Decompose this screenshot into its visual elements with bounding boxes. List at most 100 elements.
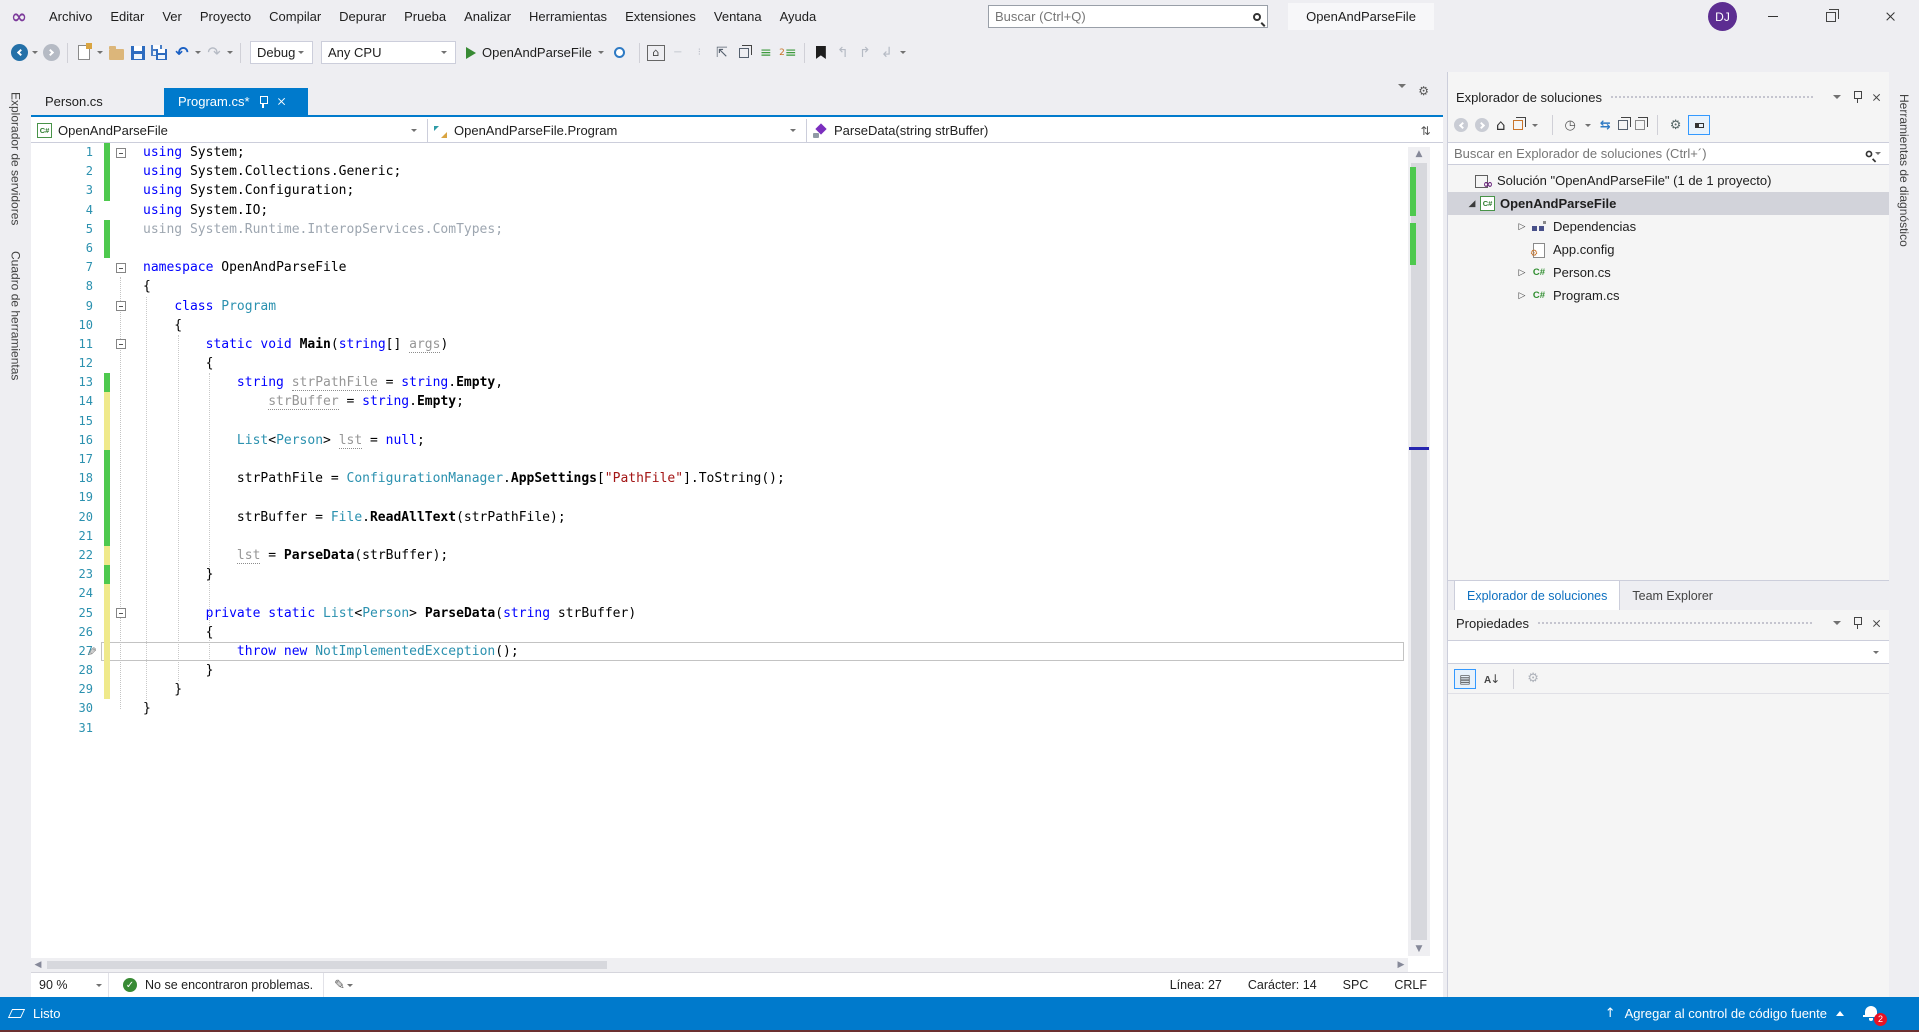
expand-up-icon[interactable] <box>1836 1011 1844 1016</box>
code-line[interactable]: 12 { <box>31 354 1408 373</box>
undo-button[interactable]: ↶ <box>173 41 191 65</box>
code-line[interactable]: 30} <box>31 699 1408 718</box>
pin-tab-icon[interactable] <box>259 95 268 108</box>
line-number[interactable]: 8 <box>31 277 101 296</box>
line-number[interactable]: 7 <box>31 258 101 277</box>
line-indicator[interactable]: Línea: 27 <box>1170 978 1222 992</box>
solution-explorer-search-input[interactable]: Buscar en Explorador de soluciones (Ctrl… <box>1448 142 1889 165</box>
code-line[interactable]: 27 ✎ throw new NotImplementedException(); <box>31 641 1408 662</box>
line-number[interactable]: 1 <box>31 143 101 162</box>
line-number[interactable]: 6 <box>31 239 101 258</box>
minimize-button[interactable] <box>1750 0 1795 33</box>
search-options-dropdown-icon[interactable] <box>1875 152 1881 155</box>
line-number[interactable]: 31 <box>31 719 101 738</box>
line-number[interactable]: 28 <box>31 661 101 680</box>
notifications-button[interactable]: 2 <box>1863 1004 1887 1026</box>
code-line[interactable]: 11 static void Main(string[] args) <box>31 335 1408 354</box>
line-number[interactable]: 2 <box>31 162 101 181</box>
side-tab[interactable]: Explorador de servidores <box>9 88 23 229</box>
pin-panel-icon[interactable] <box>1853 617 1862 629</box>
code-line[interactable]: 21 <box>31 526 1408 546</box>
line-number[interactable]: 19 <box>31 488 101 507</box>
code-line[interactable]: 8{ <box>31 277 1408 296</box>
code-line[interactable]: 19 <box>31 488 1408 508</box>
line-number[interactable]: 10 <box>31 316 101 335</box>
line-ending-indicator[interactable]: CRLF <box>1394 978 1427 992</box>
line-number[interactable]: 26 <box>31 623 101 642</box>
line-number[interactable]: 21 <box>31 527 101 546</box>
code-line[interactable]: 23 } <box>31 565 1408 585</box>
line-number[interactable]: 9 <box>31 297 101 316</box>
code-cleanup-icon[interactable]: ✎ <box>334 978 345 993</box>
line-number[interactable]: 20 <box>31 508 101 527</box>
side-tab[interactable]: Herramientas de diagnóstico <box>1897 90 1911 251</box>
code-line[interactable]: 31 <box>31 719 1408 738</box>
quick-search-input[interactable]: Buscar (Ctrl+Q) <box>988 5 1268 28</box>
switch-views-dropdown-icon[interactable] <box>1531 123 1538 127</box>
pin-panel-icon[interactable] <box>1853 91 1862 103</box>
menu-item-depurar[interactable]: Depurar <box>330 0 395 33</box>
code-line[interactable]: 26 { <box>31 622 1408 642</box>
line-number[interactable]: 22 <box>31 546 101 565</box>
scroll-up-icon[interactable]: ▲ <box>1408 147 1430 161</box>
code-line[interactable]: 4 using System.IO; <box>31 201 1408 220</box>
code-line[interactable]: 10 { <box>31 316 1408 335</box>
column-indicator[interactable]: Carácter: 14 <box>1248 978 1317 992</box>
save-all-button[interactable] <box>151 41 169 65</box>
code-line[interactable]: 17 <box>31 450 1408 470</box>
menu-item-extensiones[interactable]: Extensiones <box>616 0 705 33</box>
tree-item-dependencias[interactable]: ▷ Dependencias <box>1448 215 1889 238</box>
new-project-button[interactable] <box>75 41 93 65</box>
menu-item-analizar[interactable]: Analizar <box>455 0 520 33</box>
expander-open-icon[interactable]: ◢ <box>1464 199 1480 209</box>
code-line[interactable]: 15 <box>31 411 1408 431</box>
menu-item-prueba[interactable]: Prueba <box>395 0 455 33</box>
tab-person-cs[interactable]: Person.cs <box>31 88 164 115</box>
undo-dropdown-icon[interactable] <box>195 51 201 54</box>
collapse-region-icon[interactable] <box>116 262 126 273</box>
solution-configuration-select[interactable]: Debug <box>250 41 313 64</box>
save-button[interactable] <box>129 41 147 65</box>
panel-menu-icon[interactable] <box>1833 95 1841 99</box>
run-dropdown-icon[interactable] <box>597 51 604 54</box>
line-number[interactable]: 3 <box>31 181 101 200</box>
navigate-cursor-button[interactable]: ⇱ <box>713 41 731 65</box>
type-dropdown[interactable]: OpenAndParseFile.Program <box>428 119 807 142</box>
scroll-down-icon[interactable]: ▼ <box>1408 942 1430 956</box>
menu-item-ayuda[interactable]: Ayuda <box>771 0 826 33</box>
split-window-button[interactable]: ⇅ <box>1408 119 1443 143</box>
horizontal-scrollbar[interactable]: ◀ ▶ <box>31 958 1408 972</box>
code-line[interactable]: 18 strPathFile = ConfigurationManager.Ap… <box>31 469 1408 489</box>
line-number[interactable]: 13 <box>31 373 101 392</box>
menu-item-editar[interactable]: Editar <box>101 0 153 33</box>
bookmark-dropdown-icon[interactable] <box>899 51 906 54</box>
vertical-scrollbar[interactable]: ▲ ▼ <box>1408 147 1430 956</box>
add-to-source-control-button[interactable]: Agregar al control de código fuente <box>1625 1006 1827 1021</box>
code-line[interactable]: 20 strBuffer = File.ReadAllText(strPathF… <box>31 507 1408 527</box>
menu-item-compilar[interactable]: Compilar <box>260 0 330 33</box>
expander-closed-icon[interactable]: ▷ <box>1514 291 1530 301</box>
code-line[interactable]: 14 strBuffer = string.Empty; <box>31 392 1408 412</box>
attach-process-button[interactable]: ⌂ <box>646 41 665 65</box>
close-button[interactable] <box>1868 0 1913 33</box>
line-number[interactable]: 4 <box>31 201 101 220</box>
close-panel-icon[interactable] <box>1872 619 1881 628</box>
line-number[interactable]: 18 <box>31 469 101 488</box>
scrollbar-thumb[interactable] <box>1411 163 1427 940</box>
close-panel-icon[interactable] <box>1872 93 1881 102</box>
toggle-bookmark-button[interactable] <box>812 41 830 65</box>
properties-object-select[interactable] <box>1448 640 1889 664</box>
restore-button[interactable] <box>1808 0 1853 33</box>
problems-status[interactable]: No se encontraron problemas. <box>145 978 313 992</box>
copy-structure-button[interactable] <box>735 41 753 65</box>
project-dropdown[interactable]: C# OpenAndParseFile <box>31 119 428 142</box>
indent-increase-button[interactable]: 2 ≡ <box>779 41 797 65</box>
scroll-right-icon[interactable]: ▶ <box>1394 958 1408 972</box>
clear-bookmarks-button[interactable]: ↲ <box>878 41 896 65</box>
collapse-region-icon[interactable] <box>116 339 126 350</box>
expander-closed-icon[interactable]: ▷ <box>1514 222 1530 232</box>
menu-item-ventana[interactable]: Ventana <box>705 0 771 33</box>
member-dropdown[interactable]: ParseData(string strBuffer) <box>807 119 1408 142</box>
preview-selected-items-toggle[interactable] <box>1688 115 1711 135</box>
collapse-region-icon[interactable] <box>116 147 126 158</box>
